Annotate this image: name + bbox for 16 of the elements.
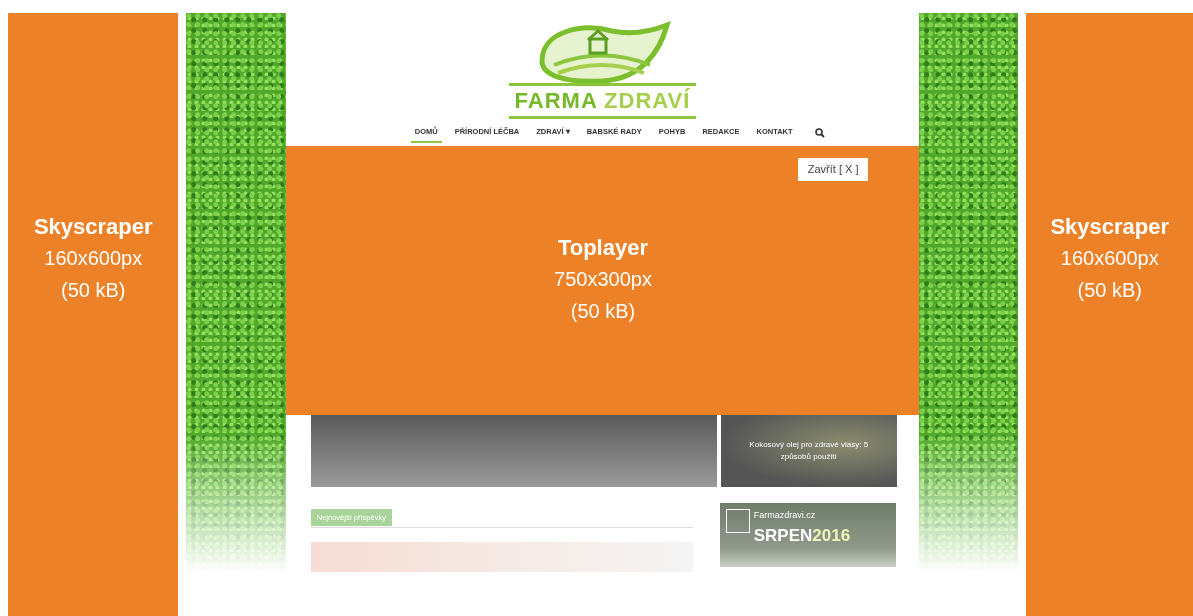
close-button[interactable]: Zavřít [ X ] <box>797 158 869 181</box>
ad-weight: (50 kB) <box>61 277 126 303</box>
ad-size: 160x600px <box>44 245 143 271</box>
ad-title: Toplayer <box>557 234 648 263</box>
ad-weight: (50 kB) <box>1077 277 1142 303</box>
article-title[interactable]: Kokosový olej pro zdravé vlasy: 5 způsobů použití <box>720 439 897 463</box>
search-icon[interactable] <box>814 127 825 138</box>
banner-site: Farmazdravi.cz <box>753 509 817 522</box>
ad-title: Skyscraper <box>33 213 153 242</box>
banner-date: SRPEN2016 <box>753 524 851 547</box>
banner-logo-icon <box>725 509 750 533</box>
ad-title: Skyscraper <box>1050 213 1170 242</box>
ad-size: 750x300px <box>554 266 652 292</box>
ad-weight: (50 kB) <box>570 298 636 324</box>
logo-text: FARMA ZDRAVÍ <box>508 83 697 119</box>
ad-size: 160x600px <box>1060 245 1159 271</box>
